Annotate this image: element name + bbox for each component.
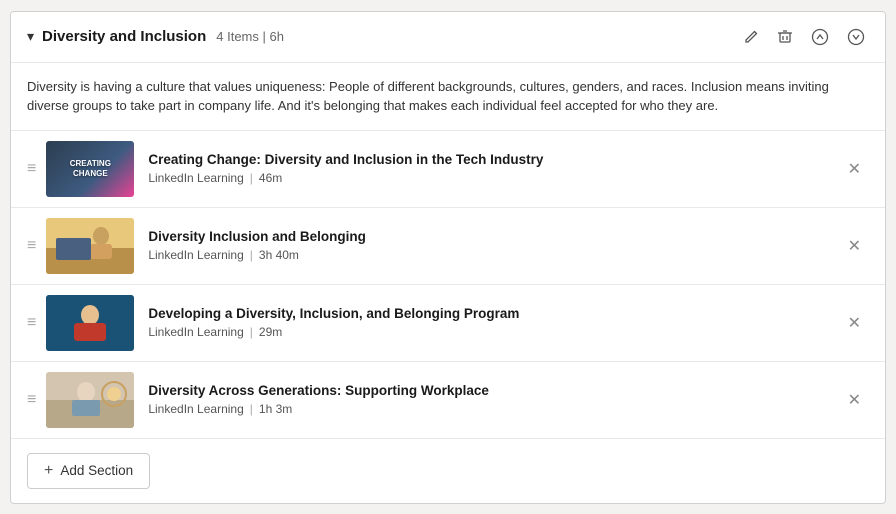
trash-icon bbox=[777, 29, 793, 45]
plus-icon: + bbox=[44, 462, 53, 480]
course-item: ≡ Diversity Inclusion and Belonging Link… bbox=[11, 208, 885, 285]
course-duration: 1h 3m bbox=[259, 402, 292, 416]
remove-course-button[interactable]: ✕ bbox=[840, 386, 869, 414]
divider: | bbox=[250, 402, 253, 416]
course-title: Diversity Across Generations: Supporting… bbox=[148, 383, 829, 398]
section-meta: 4 Items | 6h bbox=[216, 29, 284, 44]
course-title: Creating Change: Diversity and Inclusion… bbox=[148, 152, 829, 167]
course-subtitle: LinkedIn Learning | 46m bbox=[148, 171, 829, 185]
learning-path-section: ▾ Diversity and Inclusion 4 Items | 6h bbox=[10, 11, 886, 504]
add-section-area: + Add Section bbox=[11, 439, 885, 503]
course-item: ≡ Diversity Across Generations: Supporti… bbox=[11, 362, 885, 439]
thumbnail-image bbox=[46, 295, 134, 351]
chevron-up-circle-icon bbox=[811, 28, 829, 46]
section-header: ▾ Diversity and Inclusion 4 Items | 6h bbox=[11, 12, 885, 63]
course-item: ≡ CREATINGCHANGE Creating Change: Divers… bbox=[11, 131, 885, 208]
divider: | bbox=[250, 171, 253, 185]
thumbnail-image bbox=[46, 372, 134, 428]
add-section-label: Add Section bbox=[60, 463, 133, 478]
delete-button[interactable] bbox=[773, 25, 797, 49]
divider: | bbox=[250, 248, 253, 262]
course-duration: 29m bbox=[259, 325, 282, 339]
thumbnail-image bbox=[46, 218, 134, 274]
drag-handle-icon[interactable]: ≡ bbox=[27, 391, 36, 409]
course-item: ≡ Developing a Diversity, Inclusion, and… bbox=[11, 285, 885, 362]
course-subtitle: LinkedIn Learning | 1h 3m bbox=[148, 402, 829, 416]
remove-course-button[interactable]: ✕ bbox=[840, 309, 869, 337]
course-duration: 3h 40m bbox=[259, 248, 299, 262]
drag-handle-icon[interactable]: ≡ bbox=[27, 160, 36, 178]
add-section-button[interactable]: + Add Section bbox=[27, 453, 150, 489]
move-up-button[interactable] bbox=[807, 24, 833, 50]
remove-course-button[interactable]: ✕ bbox=[840, 155, 869, 183]
course-source: LinkedIn Learning bbox=[148, 402, 243, 416]
course-thumbnail: CREATINGCHANGE bbox=[46, 141, 134, 197]
course-thumbnail bbox=[46, 372, 134, 428]
course-subtitle: LinkedIn Learning | 3h 40m bbox=[148, 248, 829, 262]
course-title: Diversity Inclusion and Belonging bbox=[148, 229, 829, 244]
section-description: Diversity is having a culture that value… bbox=[11, 63, 885, 131]
drag-handle-icon[interactable]: ≡ bbox=[27, 237, 36, 255]
course-info: Creating Change: Diversity and Inclusion… bbox=[148, 152, 829, 185]
section-title: Diversity and Inclusion bbox=[42, 28, 206, 45]
course-info: Developing a Diversity, Inclusion, and B… bbox=[148, 306, 829, 339]
divider: | bbox=[250, 325, 253, 339]
course-info: Diversity Inclusion and Belonging Linked… bbox=[148, 229, 829, 262]
drag-handle-icon[interactable]: ≡ bbox=[27, 314, 36, 332]
course-list: ≡ CREATINGCHANGE Creating Change: Divers… bbox=[11, 131, 885, 439]
header-actions bbox=[739, 24, 869, 50]
course-source: LinkedIn Learning bbox=[148, 171, 243, 185]
course-subtitle: LinkedIn Learning | 29m bbox=[148, 325, 829, 339]
course-source: LinkedIn Learning bbox=[148, 248, 243, 262]
course-duration: 46m bbox=[259, 171, 282, 185]
course-info: Diversity Across Generations: Supporting… bbox=[148, 383, 829, 416]
course-source: LinkedIn Learning bbox=[148, 325, 243, 339]
move-down-button[interactable] bbox=[843, 24, 869, 50]
course-thumbnail bbox=[46, 218, 134, 274]
chevron-down-circle-icon bbox=[847, 28, 865, 46]
remove-course-button[interactable]: ✕ bbox=[840, 232, 869, 260]
course-thumbnail bbox=[46, 295, 134, 351]
edit-button[interactable] bbox=[739, 25, 763, 49]
course-title: Developing a Diversity, Inclusion, and B… bbox=[148, 306, 829, 321]
edit-icon bbox=[743, 29, 759, 45]
collapse-chevron-icon[interactable]: ▾ bbox=[27, 28, 34, 45]
